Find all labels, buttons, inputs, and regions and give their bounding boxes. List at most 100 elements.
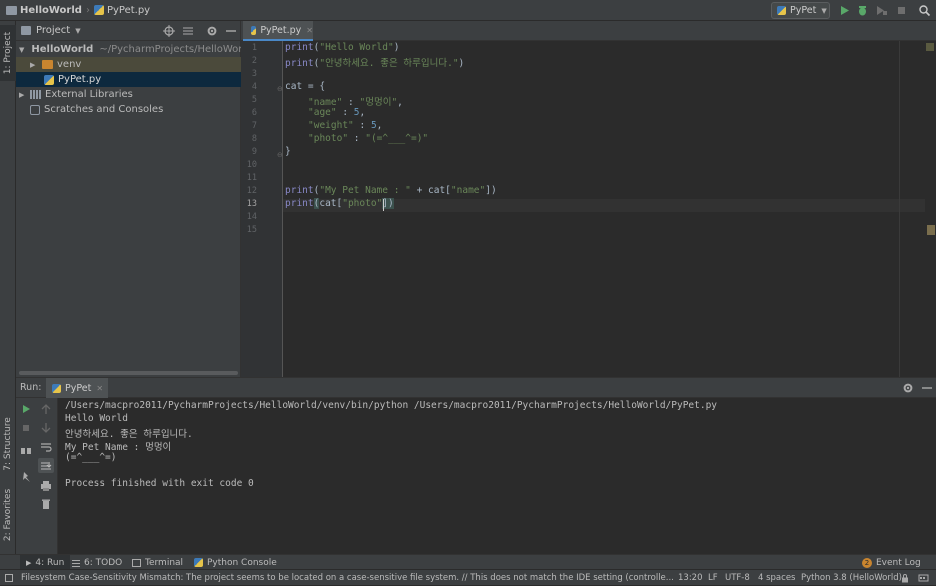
tool-tab-event-log[interactable]: 2 Event Log <box>862 555 921 570</box>
close-icon[interactable]: ✕ <box>96 384 103 393</box>
run-tab-pypet[interactable]: PyPet ✕ <box>46 378 108 398</box>
gear-icon[interactable] <box>902 382 914 394</box>
pin-icon[interactable] <box>20 471 32 483</box>
project-tool-tab[interactable]: 1: Project <box>0 25 16 81</box>
tool-tab-label: Terminal <box>145 557 184 568</box>
locate-icon[interactable] <box>163 25 175 37</box>
tool-tab-terminal[interactable]: Terminal <box>132 555 183 570</box>
console-scrollbar[interactable] <box>925 398 936 554</box>
chevron-right-icon[interactable]: ▶ <box>30 61 38 69</box>
indentation[interactable]: 4 spaces <box>758 570 795 586</box>
todo-icon <box>72 558 80 567</box>
tree-item-venv[interactable]: ▶ venv <box>16 57 241 72</box>
run-configuration-label: PyPet <box>790 5 817 16</box>
navigation-bar: HelloWorld › PyPet.py PyPet ▼ <box>0 0 936 21</box>
console-line: /Users/macpro2011/PycharmProjects/HelloW… <box>65 400 718 411</box>
python-file-icon <box>251 25 257 35</box>
line-number-current: 13 <box>246 199 257 209</box>
run-icon[interactable] <box>838 4 851 17</box>
stop-icon[interactable] <box>20 422 32 434</box>
trash-icon[interactable] <box>40 498 52 510</box>
restore-layout-icon[interactable] <box>20 445 32 457</box>
code-line-9: } <box>285 146 291 157</box>
rerun-icon[interactable] <box>20 403 32 415</box>
run-panel-label: Run: <box>20 382 42 393</box>
library-icon <box>30 90 41 99</box>
code-line-1: print("Hello World") <box>285 42 400 53</box>
tool-windows-icon[interactable] <box>5 574 13 582</box>
gear-icon[interactable] <box>206 25 218 37</box>
tree-item-external-libraries[interactable]: ▶ External Libraries <box>16 87 241 102</box>
project-view-select[interactable]: Project <box>36 25 70 36</box>
line-separator[interactable]: LF <box>708 570 718 586</box>
python-file-icon <box>44 74 54 85</box>
code-line-2: print("안녕하세요. 좋은 하루입니다.") <box>285 58 465 69</box>
tool-tab-run[interactable]: ▶ 4: Run <box>20 555 71 570</box>
hide-icon[interactable] <box>921 382 933 394</box>
line-number: 4 <box>251 82 257 92</box>
project-view-icon <box>21 26 31 35</box>
tool-tab-label: 4: Run <box>35 557 65 568</box>
status-message[interactable]: Filesystem Case-Sensitivity Mismatch: Th… <box>21 570 673 586</box>
tool-tab-python-console[interactable]: Python Console <box>194 555 277 570</box>
memory-indicator-icon[interactable] <box>918 573 929 583</box>
run-configuration-select[interactable]: PyPet ▼ <box>771 2 830 19</box>
lock-icon[interactable] <box>900 573 910 583</box>
python-file-icon <box>52 383 61 393</box>
chevron-down-icon[interactable]: ▼ <box>19 46 24 54</box>
scroll-thumb[interactable] <box>927 225 935 235</box>
tree-item-pypet[interactable]: PyPet.py <box>16 72 241 87</box>
fold-marker-icon[interactable]: ⊖ <box>277 85 283 93</box>
inspection-status-icon[interactable] <box>926 43 934 51</box>
run-console[interactable]: /Users/macpro2011/PycharmProjects/HelloW… <box>58 398 925 554</box>
python-interpreter[interactable]: Python 3.8 (HelloWorld) <box>801 570 902 586</box>
collapse-all-icon[interactable] <box>182 25 194 37</box>
fold-marker-icon[interactable]: ⊖ <box>277 151 283 159</box>
tool-tab-todo[interactable]: 6: TODO <box>72 555 122 570</box>
terminal-icon <box>132 558 141 567</box>
python-console-icon <box>194 558 203 567</box>
console-line: My Pet Name : 멍멍이 <box>65 442 172 453</box>
error-stripe[interactable] <box>925 41 936 377</box>
soft-wrap-icon[interactable] <box>40 441 52 453</box>
arrow-up-icon[interactable] <box>40 403 52 415</box>
tool-tab-label: Python Console <box>207 557 277 568</box>
horizontal-scrollbar[interactable] <box>19 371 238 375</box>
chevron-right-icon[interactable]: ▶ <box>19 91 27 99</box>
breadcrumb-file[interactable]: PyPet.py <box>107 5 150 16</box>
tree-item-scratches[interactable]: Scratches and Consoles <box>16 102 241 117</box>
scroll-to-end-icon <box>41 462 52 470</box>
file-encoding[interactable]: UTF-8 <box>725 570 750 586</box>
line-number: 2 <box>251 56 257 66</box>
code-line-4: cat = { <box>285 81 326 92</box>
code-line-6: "age" : 5, <box>308 107 366 118</box>
favorites-tool-tab[interactable]: 2: Favorites <box>0 484 16 546</box>
caret-position[interactable]: 13:20 <box>678 570 703 586</box>
console-line: 안녕하세요. 좋은 하루입니다. <box>65 429 193 440</box>
debug-icon[interactable] <box>856 4 869 17</box>
tool-tab-label: Event Log <box>876 557 921 568</box>
code-editor[interactable]: print("Hello World") print("안녕하세요. 좋은 하루… <box>283 41 925 377</box>
arrow-down-icon[interactable] <box>40 422 52 434</box>
structure-tool-tab[interactable]: 7: Structure <box>0 414 16 474</box>
project-tool-tab-label: 1: Project <box>3 31 14 75</box>
chevron-down-icon[interactable]: ▼ <box>75 27 80 35</box>
breadcrumb-project[interactable]: HelloWorld <box>20 5 82 16</box>
coverage-icon[interactable] <box>875 4 888 17</box>
project-panel-header: Project ▼ <box>16 21 241 41</box>
editor-tab-label: PyPet.py <box>260 24 302 36</box>
editor-tab-pypet[interactable]: PyPet.py ✕ <box>243 21 313 41</box>
tree-item-label: HelloWorld <box>31 44 94 55</box>
structure-tool-tab-label: 7: Structure <box>3 417 13 471</box>
tree-item-project-root[interactable]: ▼ HelloWorld ~/PycharmProjects/HelloWorl… <box>16 42 241 57</box>
line-number: 3 <box>251 69 257 79</box>
hide-icon[interactable] <box>225 25 237 37</box>
scroll-to-end-toggle[interactable] <box>38 458 54 473</box>
breadcrumb-separator: › <box>85 4 90 16</box>
stop-icon[interactable] <box>895 4 908 17</box>
tree-item-label: venv <box>57 59 82 70</box>
print-icon[interactable] <box>40 480 52 492</box>
line-number: 10 <box>246 160 257 170</box>
search-icon[interactable] <box>918 4 931 17</box>
close-icon[interactable]: ✕ <box>306 26 313 35</box>
